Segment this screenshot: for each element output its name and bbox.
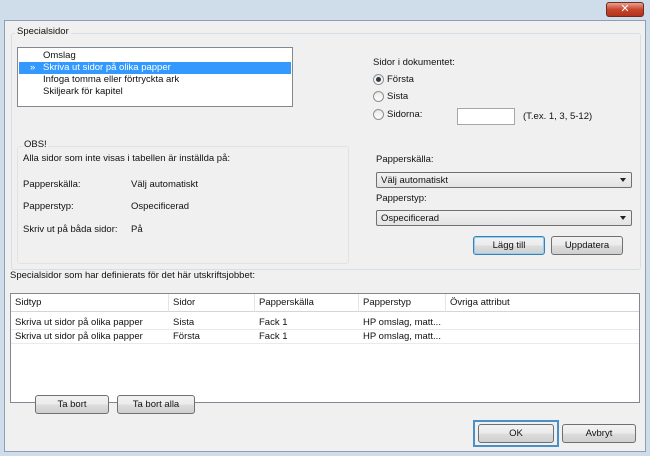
dialog-body: Specialsidor Omslag » Skriva ut sidor på… (4, 20, 646, 452)
close-icon: ✕ (620, 3, 630, 15)
column-header-paper-type[interactable]: Papperstyp (359, 294, 446, 312)
paper-source-select[interactable]: Välj automatiskt (376, 172, 632, 188)
remove-all-button[interactable]: Ta bort alla (117, 395, 195, 414)
list-item-marker: » (30, 62, 36, 73)
column-header-page-type[interactable]: Sidtyp (11, 294, 169, 312)
table-row-2-page-type[interactable]: Skriva ut sidor på olika papper (11, 331, 169, 343)
list-item-chapter-separators[interactable]: Skiljeark för kapitel (19, 86, 291, 98)
list-item-cover[interactable]: Omslag (19, 50, 291, 62)
list-item-insert-blank-sheets[interactable]: Infoga tomma eller förtryckta ark (19, 74, 291, 86)
table-row-1-paper-type[interactable]: HP omslag, matt... (359, 317, 446, 329)
notice-paper-source-value: Välj automatiskt (131, 179, 199, 190)
notice-paper-type-label: Papperstyp: (23, 201, 74, 212)
cancel-button[interactable]: Avbryt (562, 424, 636, 443)
defined-pages-table[interactable]: Sidtyp Sidor Papperskälla Papperstyp Övr… (10, 293, 640, 403)
special-pages-legend: Specialsidor (15, 26, 71, 37)
notice-title: OBS! (23, 139, 48, 150)
column-header-other-attributes[interactable]: Övriga attribut (446, 294, 639, 312)
column-header-pages[interactable]: Sidor (169, 294, 255, 312)
table-row-2-pages[interactable]: Första (169, 331, 255, 343)
list-item-label: Omslag (43, 50, 76, 61)
radio-last-label: Sista (387, 91, 409, 102)
paper-source-value: Välj automatiskt (381, 175, 449, 186)
page-type-list[interactable]: Omslag » Skriva ut sidor på olika papper… (17, 47, 293, 107)
defined-pages-caption: Specialsidor som har definierats för det… (10, 270, 256, 281)
table-row-2-paper-source[interactable]: Fack 1 (255, 331, 359, 343)
notice-duplex-label: Skriv ut på båda sidor: (23, 224, 118, 235)
paper-type-select[interactable]: Ospecificerad (376, 210, 632, 226)
update-button[interactable]: Uppdatera (551, 236, 623, 255)
remove-button[interactable]: Ta bort (35, 395, 109, 414)
table-row-1-pages[interactable]: Sista (169, 317, 255, 329)
table-row-1-page-type[interactable]: Skriva ut sidor på olika papper (11, 317, 169, 329)
ok-button[interactable]: OK (478, 424, 554, 443)
notice-paper-type-value: Ospecificerad (131, 201, 190, 212)
paper-type-label: Papperstyp: (376, 193, 427, 204)
dialog-window: ✕ Specialsidor Omslag » Skriva ut sidor … (0, 0, 650, 456)
list-item-label: Skiljeark för kapitel (43, 86, 123, 97)
add-button[interactable]: Lägg till (473, 236, 545, 255)
radio-pages[interactable] (373, 109, 384, 120)
table-row-1-other-attributes[interactable] (446, 317, 636, 329)
list-item-label: Skriva ut sidor på olika papper (43, 62, 171, 73)
table-row-2-paper-type[interactable]: HP omslag, matt... (359, 331, 446, 343)
table-row-1-paper-source[interactable]: Fack 1 (255, 317, 359, 329)
list-item-print-on-different-paper[interactable]: » Skriva ut sidor på olika papper (19, 62, 291, 74)
pages-hint: (T.ex. 1, 3, 5-12) (523, 111, 593, 122)
radio-pages-label: Sidorna: (387, 109, 423, 120)
list-item-label: Infoga tomma eller förtryckta ark (43, 74, 180, 85)
chevron-down-icon (620, 178, 626, 182)
table-row-2-other-attributes[interactable] (446, 331, 636, 343)
paper-source-label: Papperskälla: (376, 154, 434, 165)
radio-first[interactable] (373, 74, 384, 85)
notice-text: Alla sidor som inte visas i tabellen är … (23, 153, 230, 164)
chevron-down-icon (620, 216, 626, 220)
radio-first-label: Första (387, 74, 414, 85)
title-bar: ✕ (0, 0, 650, 20)
paper-type-value: Ospecificerad (381, 213, 440, 224)
row-separator (11, 343, 639, 344)
pages-input[interactable] (457, 108, 515, 125)
column-header-paper-source[interactable]: Papperskälla (255, 294, 359, 312)
notice-paper-source-label: Papperskälla: (23, 179, 81, 190)
close-button[interactable]: ✕ (606, 2, 644, 17)
notice-duplex-value: På (131, 224, 143, 235)
row-separator (11, 329, 639, 330)
radio-last[interactable] (373, 91, 384, 102)
pages-in-document-label: Sidor i dokumentet: (373, 57, 455, 68)
